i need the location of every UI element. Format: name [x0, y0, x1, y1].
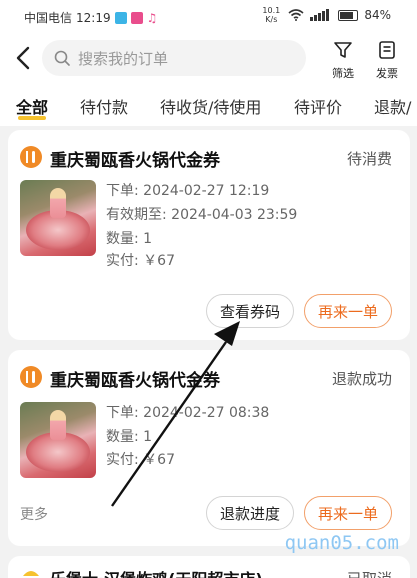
tab-all[interactable]: 全部: [16, 94, 48, 118]
shop-name[interactable]: 重庆蜀瓯香火锅代金券: [50, 366, 220, 391]
order-status: 待消费: [346, 150, 392, 168]
paid-amount: 实付: ￥67: [106, 452, 175, 468]
product-thumbnail: [20, 180, 96, 256]
search-input[interactable]: 搜索我的订单: [42, 40, 306, 76]
status-bar: 中国电信 12:19 ♫ 10.1 K/s 84%: [0, 0, 417, 34]
tab-pending-payment[interactable]: 待付款: [80, 94, 128, 118]
valid-until: 有效期至: 2024-04-03 23:59: [106, 207, 298, 223]
signal-icon: [310, 9, 330, 21]
quantity: 数量: 1: [106, 429, 153, 445]
tab-pending-receipt[interactable]: 待收货/待使用: [160, 94, 261, 118]
tab-refund[interactable]: 退款/: [374, 94, 411, 118]
watermark: quan05.com: [284, 532, 399, 554]
wechat-app-icon: [114, 11, 127, 24]
order-card[interactable]: 乐堡士·汉堡炸鸡(天阳超市店) 已取消: [8, 556, 410, 578]
carrier-label: 中国电信: [24, 11, 73, 25]
status-bar-left: 中国电信 12:19 ♫: [24, 9, 157, 26]
order-status: 退款成功: [331, 370, 392, 388]
page-header: 搜索我的订单 筛选 发票: [0, 34, 417, 84]
order-tabs: 全部 待付款 待收货/待使用 待评价 退款/: [0, 84, 417, 126]
thumbnail-figure: [50, 410, 66, 440]
order-time: 下单: 2024-02-27 08:38: [106, 405, 270, 421]
reorder-button[interactable]: 再来一单: [304, 496, 392, 530]
invoice-button[interactable]: 发票: [367, 40, 407, 80]
shop-name[interactable]: 重庆蜀瓯香火锅代金券: [50, 146, 220, 171]
restaurant-icon: [20, 146, 42, 168]
filter-icon: [334, 42, 352, 58]
quantity: 数量: 1: [106, 231, 153, 247]
filter-label: 筛选: [332, 67, 354, 80]
music-app-icon: ♫: [146, 10, 158, 25]
order-status: 已取消: [347, 568, 392, 578]
order-card[interactable]: 重庆蜀瓯香火锅代金券 退款成功 下单: 2024-02-27 08:38 数量:…: [8, 350, 410, 546]
search-icon: [54, 50, 70, 66]
invoice-label: 发票: [376, 67, 398, 80]
net-speed: 10.1 K/s: [262, 6, 281, 24]
filter-button[interactable]: 筛选: [323, 40, 363, 80]
wifi-icon: [288, 9, 304, 21]
thumbnail-figure: [50, 188, 66, 218]
chevron-left-icon: [16, 46, 30, 70]
reorder-button[interactable]: 再来一单: [304, 294, 392, 328]
invoice-icon: [379, 41, 395, 59]
refund-progress-button[interactable]: 退款进度: [206, 496, 294, 530]
video-app-icon: [130, 11, 143, 24]
battery-level: 84%: [364, 8, 391, 22]
view-voucher-code-button[interactable]: 查看券码: [206, 294, 294, 328]
status-bar-right: 10.1 K/s 84%: [260, 6, 391, 24]
more-link[interactable]: 更多: [20, 504, 48, 524]
product-thumbnail: [20, 402, 96, 478]
search-placeholder: 搜索我的订单: [78, 49, 169, 68]
burger-shop-icon: [23, 571, 39, 576]
back-button[interactable]: [12, 44, 38, 74]
order-card[interactable]: 重庆蜀瓯香火锅代金券 待消费 下单: 2024-02-27 12:19 有效期至…: [8, 130, 410, 340]
battery-icon: [338, 9, 359, 21]
restaurant-icon: [20, 366, 42, 388]
shop-name[interactable]: 乐堡士·汉堡炸鸡(天阳超市店): [50, 566, 263, 578]
paid-amount: 实付: ￥67: [106, 253, 175, 269]
tab-pending-review[interactable]: 待评价: [294, 94, 342, 118]
order-time: 下单: 2024-02-27 12:19: [106, 183, 270, 199]
active-tab-indicator: [18, 116, 46, 120]
clock: 12:19: [76, 10, 111, 25]
